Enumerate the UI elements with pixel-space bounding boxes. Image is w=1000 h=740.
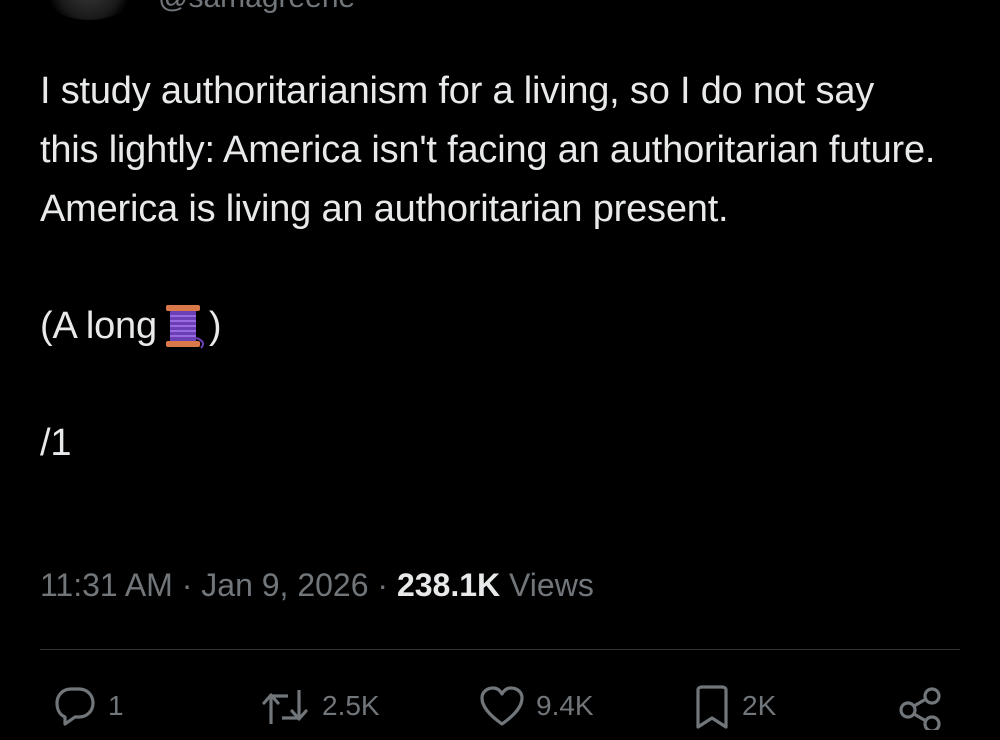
action-bar: 1 2.5K 9.4K 2K bbox=[0, 680, 1000, 740]
thread-suffix: ) bbox=[208, 305, 222, 347]
avatar[interactable] bbox=[44, 0, 134, 20]
reply-icon bbox=[55, 687, 95, 726]
bookmark-button[interactable]: 2K bbox=[692, 680, 776, 730]
tweet-time[interactable]: 11:31 AM bbox=[40, 567, 173, 603]
author-handle[interactable]: @samagreene bbox=[158, 0, 355, 16]
repost-icon bbox=[262, 690, 308, 724]
meta-separator: · bbox=[172, 567, 202, 603]
reply-count: 1 bbox=[108, 690, 124, 721]
tweet-main-text: I study authoritarianism for a living, s… bbox=[40, 70, 936, 230]
repost-button[interactable]: 2.5K bbox=[258, 680, 380, 730]
views-count: 238.1K bbox=[396, 567, 501, 603]
share-button[interactable] bbox=[896, 680, 946, 730]
tweet-text: I study authoritarianism for a living, s… bbox=[40, 62, 940, 473]
tweet-date[interactable]: Jan 9, 2026 bbox=[201, 567, 368, 603]
tweet-thread-line: (A long ) bbox=[40, 297, 940, 356]
like-count: 9.4K bbox=[536, 690, 594, 721]
share-link-icon bbox=[899, 687, 941, 730]
thread-count: /1 bbox=[40, 422, 72, 464]
repost-count: 2.5K bbox=[322, 690, 380, 721]
tweet-meta: 11:31 AM · Jan 9, 2026 · 238.1K Views bbox=[40, 565, 594, 605]
divider bbox=[40, 649, 960, 650]
views-label: Views bbox=[500, 567, 594, 603]
like-button[interactable]: 9.4K bbox=[478, 680, 594, 730]
spool-of-thread-icon bbox=[161, 302, 207, 352]
bookmark-count: 2K bbox=[742, 690, 777, 721]
heart-icon bbox=[480, 686, 524, 726]
meta-separator: · bbox=[368, 567, 397, 603]
bookmark-icon bbox=[696, 685, 728, 729]
reply-button[interactable]: 1 bbox=[52, 680, 124, 730]
thread-prefix: (A long bbox=[40, 305, 157, 347]
